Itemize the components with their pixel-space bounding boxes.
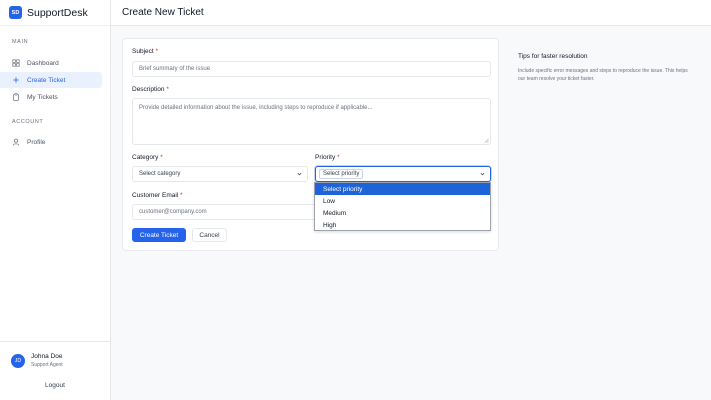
subject-label: Subject * (132, 48, 158, 55)
section-label-main: MAIN (12, 39, 29, 45)
email-placeholder: customer@company.com (139, 209, 207, 215)
subject-input[interactable]: Brief summary of the issue (132, 61, 491, 77)
category-label-text: Category (132, 154, 159, 161)
sidebar-item-profile[interactable]: Profile (0, 134, 102, 150)
cancel-button[interactable]: Cancel (192, 228, 227, 242)
brand[interactable]: SD SupportDesk (0, 0, 110, 26)
required-mark: * (337, 154, 340, 161)
subject-placeholder: Brief summary of the issue (139, 66, 211, 72)
priority-label: Priority * (315, 154, 340, 161)
description-label: Description * (132, 86, 169, 93)
user-card[interactable]: JD Johna Doe Support Agent (0, 342, 110, 368)
priority-option-high[interactable]: High (315, 219, 490, 231)
plus-icon (12, 76, 20, 84)
subject-label-text: Subject (132, 48, 154, 55)
sidebar-item-create-ticket[interactable]: Create Ticket (0, 72, 102, 88)
required-mark: * (166, 86, 169, 93)
tips-panel: Tips for faster resolution Include speci… (518, 53, 694, 83)
sidebar-item-my-tickets[interactable]: My Tickets (0, 89, 102, 105)
page-title: Create New Ticket (122, 7, 204, 18)
category-value: Select category (139, 171, 181, 177)
sidebar: SD SupportDesk MAIN Dashboard Create Tic… (0, 0, 111, 400)
sidebar-item-label: Dashboard (27, 59, 59, 67)
sidebar-item-label: Profile (27, 138, 46, 146)
description-label-text: Description (132, 86, 165, 93)
create-ticket-button[interactable]: Create Ticket (132, 228, 186, 242)
user-role: Support Agent (31, 362, 63, 368)
user-icon (12, 138, 20, 146)
category-label: Category * (132, 154, 163, 161)
priority-value: Select priority (319, 169, 364, 179)
description-placeholder: Provide detailed information about the i… (139, 105, 373, 111)
tips-body: Include specific error messages and step… (518, 68, 688, 82)
description-textarea[interactable]: Provide detailed information about the i… (132, 98, 491, 145)
chevron-down-icon (480, 172, 485, 176)
required-mark: * (180, 192, 183, 199)
priority-dropdown-list: Select priority Low Medium High (314, 182, 491, 231)
section-label-account: ACCOUNT (12, 119, 44, 125)
brand-name: SupportDesk (27, 6, 88, 19)
email-label-text: Customer Email (132, 192, 179, 199)
priority-option-medium[interactable]: Medium (315, 207, 490, 219)
required-mark: * (155, 48, 159, 55)
priority-option-placeholder[interactable]: Select priority (315, 183, 490, 195)
sidebar-item-dashboard[interactable]: Dashboard (0, 55, 102, 71)
tips-title: Tips for faster resolution (518, 53, 588, 60)
sidebar-item-label: Create Ticket (27, 76, 66, 84)
avatar: JD (11, 353, 25, 368)
priority-label-text: Priority (315, 154, 336, 161)
sidebar-user-section: JD Johna Doe Support Agent Logout (0, 341, 110, 389)
page-header: Create New Ticket (111, 0, 711, 26)
brand-logo: SD (9, 6, 22, 19)
category-select[interactable]: Select category (132, 166, 308, 182)
sidebar-item-label: My Tickets (27, 93, 58, 101)
priority-select[interactable]: Select priority (315, 166, 491, 182)
logout-button[interactable]: Logout (0, 382, 110, 389)
user-name: Johna Doe (31, 353, 63, 360)
resize-handle-icon[interactable] (484, 138, 489, 143)
grid-icon (12, 59, 20, 67)
required-mark: * (160, 154, 163, 161)
chevron-down-icon (297, 172, 302, 176)
priority-option-low[interactable]: Low (315, 195, 490, 207)
email-label: Customer Email * (132, 192, 183, 199)
clipboard-icon (12, 93, 20, 101)
